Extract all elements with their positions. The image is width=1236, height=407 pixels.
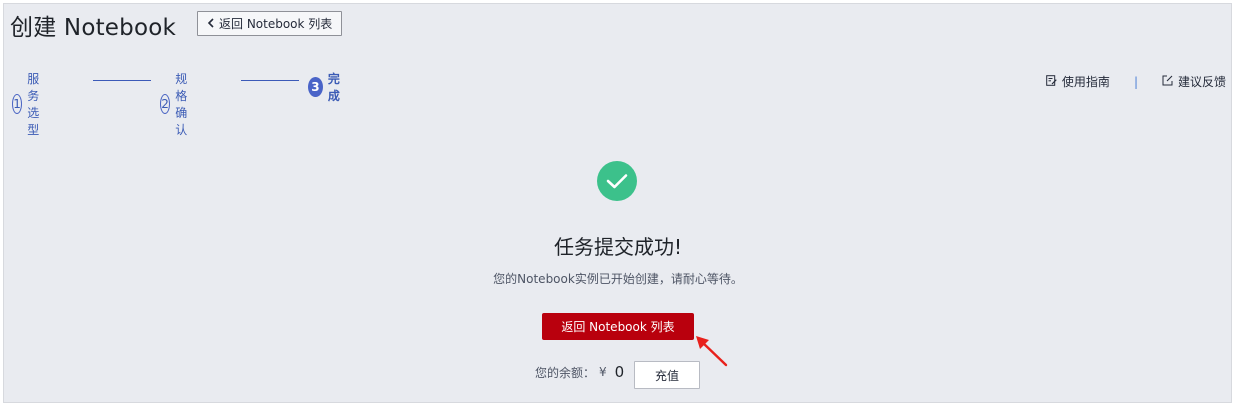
recharge-button[interactable]: 充值 <box>634 361 700 389</box>
back-to-list-label: 返回 Notebook 列表 <box>219 17 333 31</box>
step-service-selection: 1 服务选型 <box>12 70 49 138</box>
edit-document-icon <box>1046 74 1057 89</box>
step-label: 规格确认 <box>175 72 188 137</box>
step-number: 3 <box>308 77 323 97</box>
chevron-left-icon <box>207 17 215 31</box>
back-to-list-button[interactable]: 返回 Notebook 列表 <box>197 11 342 36</box>
step-complete: 3 完成 <box>308 70 345 104</box>
balance-amount: 0 <box>614 363 625 381</box>
check-circle-icon <box>597 161 637 201</box>
external-edit-icon <box>1162 75 1173 89</box>
usage-guide-label: 使用指南 <box>1061 75 1110 89</box>
top-links: 使用指南 | 建议反馈 <box>1046 73 1226 90</box>
balance-display: 您的余额： ¥ 0 <box>535 363 624 381</box>
usage-guide-link[interactable]: 使用指南 <box>1046 73 1110 90</box>
step-label: 完成 <box>327 72 340 103</box>
feedback-link[interactable]: 建议反馈 <box>1162 73 1226 90</box>
currency-symbol: ¥ <box>599 365 607 379</box>
return-to-list-button[interactable]: 返回 Notebook 列表 <box>542 313 694 340</box>
step-connector <box>93 80 151 81</box>
feedback-label: 建议反馈 <box>1177 75 1226 89</box>
page-frame <box>3 3 1232 403</box>
step-connector <box>241 80 299 81</box>
link-divider: | <box>1133 74 1138 89</box>
step-number: 2 <box>160 94 171 114</box>
page-title: 创建 Notebook <box>10 15 177 41</box>
success-message: 您的Notebook实例已开始创建，请耐心等待。 <box>493 272 743 286</box>
step-spec-confirmation: 2 规格确认 <box>160 70 197 138</box>
step-number: 1 <box>12 94 23 114</box>
success-title: 任务提交成功! <box>553 235 683 259</box>
step-label: 服务选型 <box>27 72 40 137</box>
balance-label: 您的余额： <box>535 365 596 380</box>
